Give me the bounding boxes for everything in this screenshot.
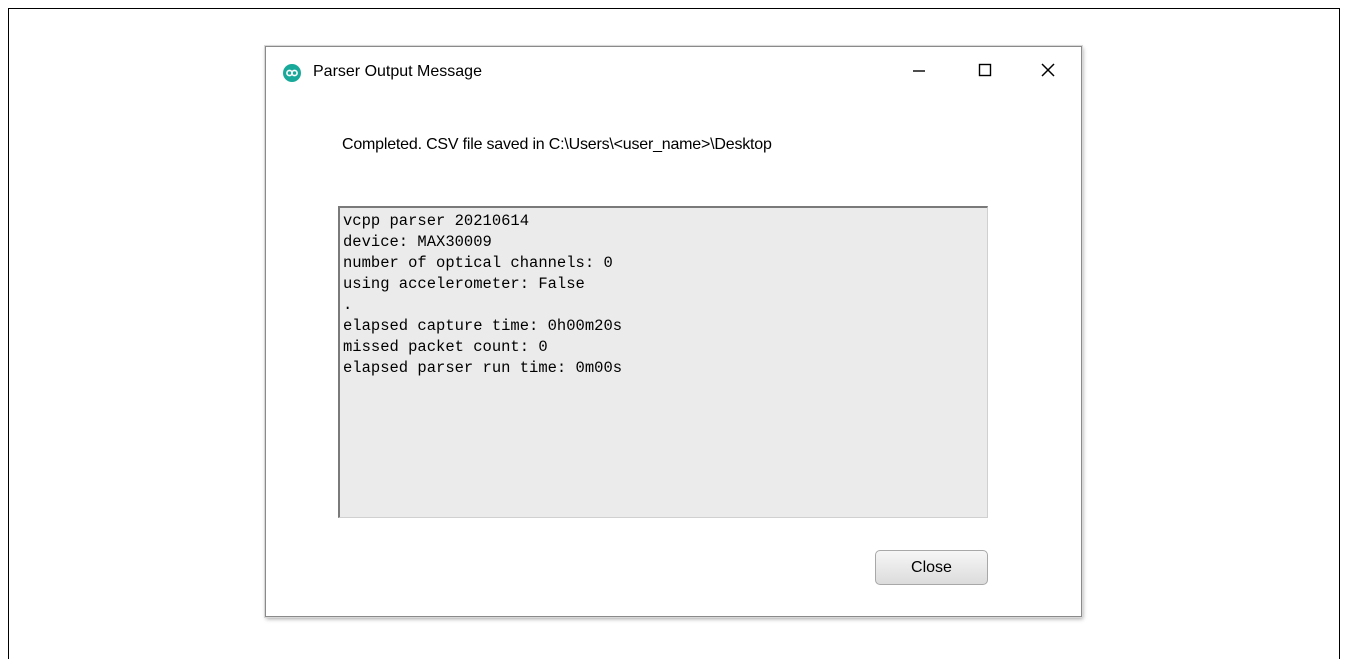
completion-message: Completed. CSV file saved in C:\Users\<u… [342, 136, 772, 153]
close-window-button[interactable] [1026, 55, 1070, 89]
minimize-button[interactable] [897, 55, 941, 89]
parser-output-text: vcpp parser 20210614 device: MAX30009 nu… [343, 212, 623, 377]
maximize-button[interactable] [963, 55, 1007, 89]
parser-output-textarea[interactable]: vcpp parser 20210614 device: MAX30009 nu… [338, 206, 988, 518]
maxim-logo-icon [283, 64, 301, 82]
maximize-icon [978, 63, 992, 82]
close-button[interactable]: Close [875, 550, 988, 585]
close-icon [1040, 62, 1056, 83]
minimize-icon [912, 63, 926, 82]
title-bar[interactable]: Parser Output Message [266, 47, 1081, 101]
window-title: Parser Output Message [313, 63, 482, 80]
parser-output-dialog: Parser Output Message Completed. CSV fil… [265, 46, 1082, 617]
